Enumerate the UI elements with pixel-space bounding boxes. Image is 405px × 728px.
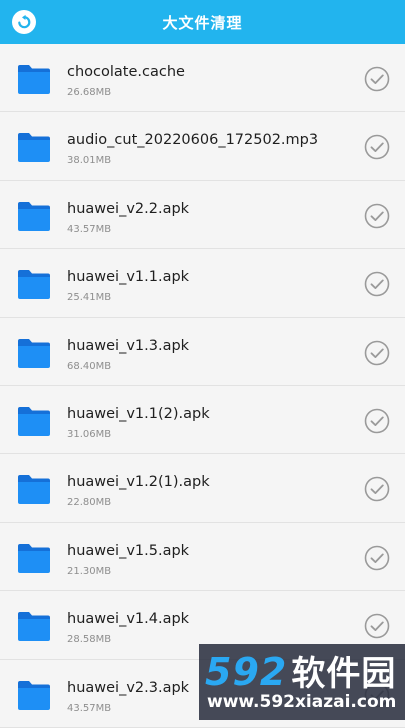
file-name: huawei_v2.2.apk xyxy=(67,200,190,217)
folder-icon xyxy=(18,270,50,300)
file-size: 28.58MB xyxy=(67,634,112,646)
watermark-brand-text: 软件园 xyxy=(291,654,397,694)
folder-icon xyxy=(18,201,50,231)
file-row[interactable]: huawei_v1.2(1).apk 22.80MB xyxy=(0,454,405,523)
file-name: huawei_v1.1.apk xyxy=(67,269,190,286)
file-name: huawei_v2.3.apk xyxy=(67,679,190,696)
check-circle-icon[interactable] xyxy=(364,408,390,434)
check-circle-icon[interactable] xyxy=(364,340,390,366)
file-size: 68.40MB xyxy=(67,360,112,372)
file-size: 31.06MB xyxy=(67,428,112,440)
check-circle-icon[interactable] xyxy=(364,134,390,160)
watermark-logo: 592 软件园 www.592xiazai.com xyxy=(199,644,405,720)
file-size: 21.30MB xyxy=(67,565,112,577)
file-name: huawei_v1.3.apk xyxy=(67,337,190,354)
check-circle-icon[interactable] xyxy=(364,271,390,297)
folder-icon xyxy=(18,612,50,642)
page-title: 大文件清理 xyxy=(162,13,243,32)
check-circle-icon[interactable] xyxy=(364,613,390,639)
check-circle-icon[interactable] xyxy=(364,203,390,229)
folder-icon xyxy=(18,680,50,710)
file-row[interactable]: huawei_v1.3.apk 68.40MB xyxy=(0,317,405,386)
file-name: huawei_v1.5.apk xyxy=(67,542,190,559)
file-size: 43.57MB xyxy=(67,702,112,714)
watermark-brand-number: 592 xyxy=(205,650,288,694)
title-bar: 大文件清理 xyxy=(0,0,405,44)
file-size: 38.01MB xyxy=(67,155,112,167)
folder-icon xyxy=(18,543,50,573)
folder-icon xyxy=(18,475,50,505)
file-name: huawei_v1.1(2).apk xyxy=(67,405,210,422)
file-row[interactable]: huawei_v1.5.apk 21.30MB xyxy=(0,522,405,592)
file-size: 43.57MB xyxy=(67,223,112,235)
back-button[interactable] xyxy=(12,10,36,34)
file-row[interactable]: audio_cut_20220606_172502.mp3 38.01MB xyxy=(0,112,405,181)
watermark-url: www.592xiazai.com xyxy=(207,692,397,712)
file-name: chocolate.cache xyxy=(67,64,185,80)
file-row[interactable]: huawei_v1.1.apk 25.41MB xyxy=(0,249,405,318)
file-row[interactable]: huawei_v2.2.apk 43.57MB xyxy=(0,180,405,250)
check-circle-icon[interactable] xyxy=(364,545,390,571)
file-row[interactable]: huawei_v1.1(2).apk 31.06MB xyxy=(0,385,405,455)
folder-icon xyxy=(18,133,50,163)
file-list: chocolate.cache 26.68MB audio_cut_20220606… xyxy=(0,44,405,728)
file-size: 22.80MB xyxy=(67,497,112,509)
file-name: huawei_v1.4.apk xyxy=(67,611,190,628)
file-size: 25.41MB xyxy=(67,292,112,304)
back-arrow-icon xyxy=(18,14,31,29)
folder-icon xyxy=(18,406,50,436)
file-size: 26.68MB xyxy=(67,87,112,98)
folder-icon xyxy=(18,65,50,94)
file-row[interactable]: chocolate.cache 26.68MB xyxy=(0,44,405,113)
check-circle-icon[interactable] xyxy=(364,66,390,92)
folder-icon xyxy=(18,338,50,368)
file-name: huawei_v1.2(1).apk xyxy=(67,474,210,491)
check-circle-icon[interactable] xyxy=(364,476,390,502)
file-name: audio_cut_20220606_172502.mp3 xyxy=(67,132,319,149)
watermark-brand: 592 软件园 xyxy=(205,646,396,695)
